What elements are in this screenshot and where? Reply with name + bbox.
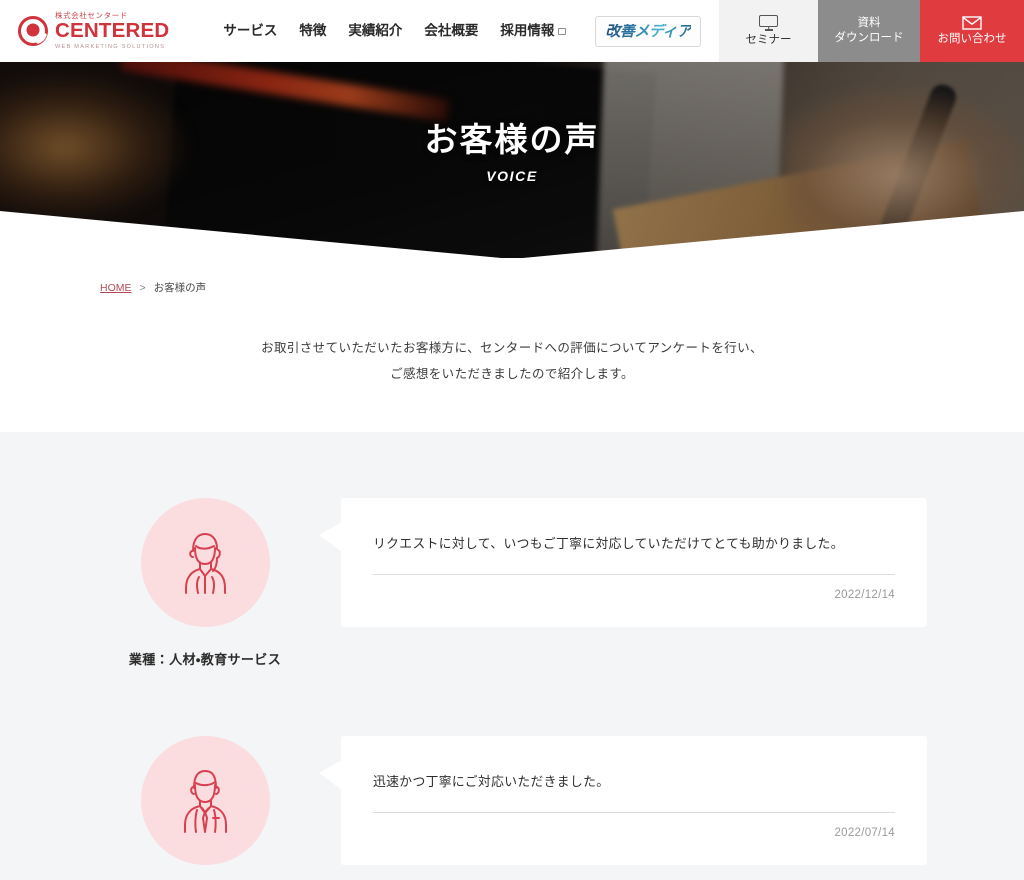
page-hero: お客様の声 VOICE [0, 62, 1024, 258]
seminar-label: セミナー [745, 33, 792, 46]
nav-item-works[interactable]: 実績紹介 [348, 24, 402, 38]
kaizen-media-label: 改善メディア [605, 23, 692, 40]
download-label-top: 資料 [857, 16, 881, 29]
nav-item-label: 採用情報 [500, 23, 555, 39]
document-download-button[interactable]: 資料 ダウンロード [818, 0, 920, 62]
intro-line-2: ご感想をいただきましたので紹介します。 [390, 367, 634, 382]
voice-date: 2022/07/14 [834, 826, 895, 839]
contact-button[interactable]: お問い合わせ [920, 0, 1024, 62]
voice-comment-text: 迅速かつ丁寧にご対応いただきました。 [373, 770, 895, 813]
intro-section: お取引させていただいたお客様方に、センタードへの評価についてアンケートを行い、 … [0, 295, 1024, 432]
contact-label: お問い合わせ [937, 32, 1007, 45]
voice-person: 業種：人材・教育サービス [97, 497, 313, 668]
logo-wordmark: CENTERED [55, 19, 170, 43]
page-title: お客様の声 [424, 121, 600, 159]
breadcrumb: HOME > お客様の声 [100, 280, 1024, 295]
voice-industry-label: 業種：人材・教育サービス [128, 651, 282, 667]
external-link-icon [558, 27, 567, 36]
nav-item-features[interactable]: 特徴 [299, 24, 326, 38]
download-label-bottom: ダウンロード [834, 32, 904, 44]
main-navigation: サービス 特徴 実績紹介 会社概要 採用情報 改善メディア [223, 0, 702, 62]
intro-line-1: お取引させていただいたお客様方に、センタードへの評価についてアンケートを行い、 [261, 341, 763, 355]
female-person-icon [185, 533, 226, 594]
avatar [140, 497, 270, 627]
kaizen-media-button[interactable]: 改善メディア [595, 15, 702, 47]
nav-item-label: サービス [223, 23, 278, 39]
breadcrumb-home-link[interactable]: HOME [100, 282, 132, 294]
male-business-person-icon [184, 770, 227, 833]
mail-icon [962, 16, 982, 30]
voice-item: 業種：人材・教育サービス リクエストに対して、いつもご丁寧に対応していただけてと… [97, 497, 927, 668]
breadcrumb-current: お客様の声 [153, 282, 207, 294]
nav-item-label: 実績紹介 [348, 23, 403, 39]
page-title-en: VOICE [486, 167, 538, 184]
voice-list-section: 業種：人材・教育サービス リクエストに対して、いつもご丁寧に対応していただけてと… [0, 431, 1024, 880]
header-cta-group: セミナー 資料 ダウンロード お問い合わせ [719, 0, 1024, 62]
voice-date: 2022/12/14 [834, 588, 895, 601]
voice-comment-text: リクエストに対して、いつもご丁寧に対応していただけてとても助かりました。 [373, 532, 895, 575]
voice-comment-card: リクエストに対して、いつもご丁寧に対応していただけてとても助かりました。 202… [319, 497, 927, 627]
logo-tagline: WEB MARKETING SOLUTIONS [55, 43, 166, 50]
breadcrumb-separator: > [139, 281, 146, 294]
hero-bottom-chevron [0, 211, 1024, 258]
nav-item-recruit[interactable]: 採用情報 [500, 24, 567, 38]
nav-item-service[interactable]: サービス [223, 24, 277, 38]
seminar-button[interactable]: セミナー [719, 0, 818, 62]
avatar [140, 735, 270, 865]
nav-item-company[interactable]: 会社概要 [424, 24, 478, 38]
voice-person: 業種：コンサルティング [97, 735, 313, 880]
nav-item-label: 会社概要 [424, 23, 479, 39]
centered-logo-mark [18, 16, 48, 46]
voice-item: 業種：コンサルティング 迅速かつ丁寧にご対応いただきました。 2022/07/1… [97, 735, 927, 880]
site-logo[interactable]: 株式会社センタード CENTERED WEB MARKETING SOLUTIO… [0, 0, 179, 62]
nav-item-label: 特徴 [299, 23, 327, 39]
logo-kana: 株式会社センタード [55, 10, 128, 20]
voice-comment-card: 迅速かつ丁寧にご対応いただきました。 2022/07/14 [319, 735, 927, 865]
site-header: 株式会社センタード CENTERED WEB MARKETING SOLUTIO… [0, 0, 1024, 62]
monitor-icon [759, 14, 778, 31]
breadcrumb-area: HOME > お客様の声 [0, 258, 1024, 295]
